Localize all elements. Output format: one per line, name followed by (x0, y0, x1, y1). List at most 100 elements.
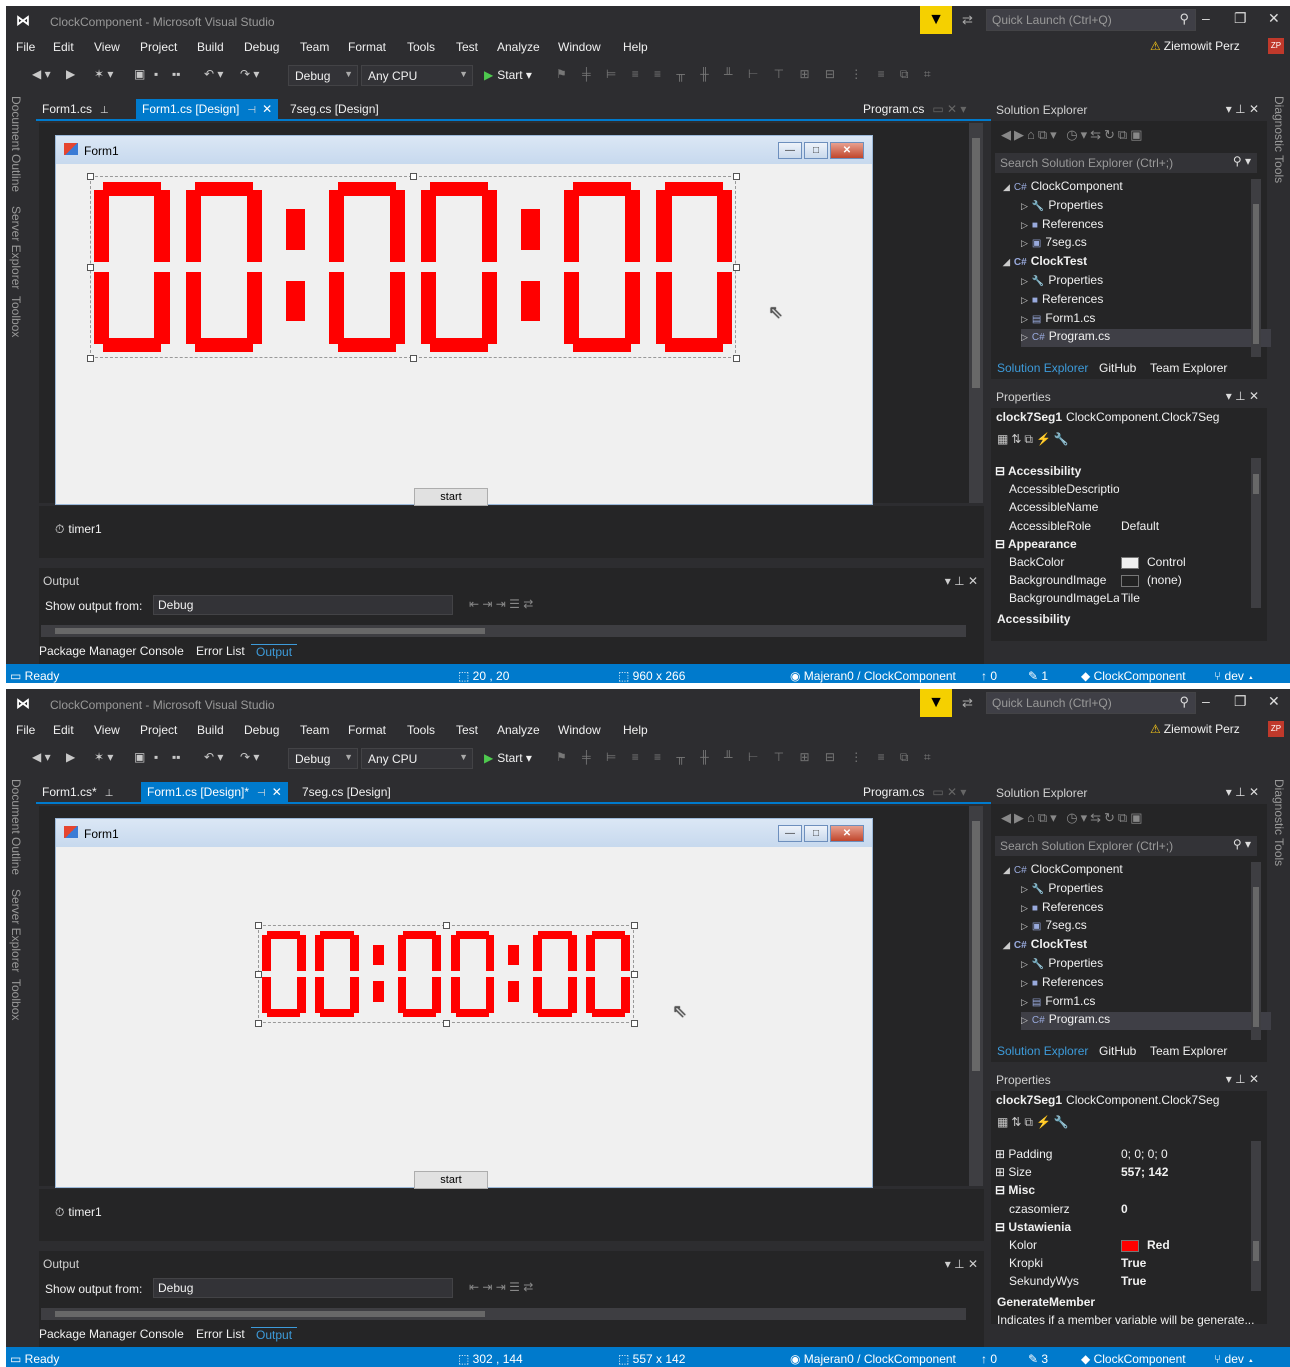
property-value[interactable]: True (1121, 1256, 1146, 1270)
menu-item-edit[interactable]: Edit (53, 723, 74, 737)
menu-item-help[interactable]: Help (623, 723, 648, 737)
tree-item[interactable]: ◢ C# ClockTest (1003, 937, 1087, 955)
live-share-icon[interactable]: ⇄ (962, 695, 973, 711)
resize-handle[interactable] (443, 922, 450, 929)
property-row[interactable]: AccessibleRole Default (991, 517, 1241, 535)
bottom-tab-0[interactable]: Package Manager Console (39, 1327, 184, 1341)
solution-explorer-scrollbar[interactable] (1251, 862, 1261, 1040)
bottom-tab-1[interactable]: Error List (196, 1327, 245, 1341)
solution-platform-select[interactable]: Any CPU ▼ (361, 65, 473, 86)
pin-icon[interactable]: ⊥ (100, 105, 109, 116)
tree-item[interactable]: ▷ ▣ 7seg.cs (1021, 235, 1087, 253)
resize-handle[interactable] (631, 922, 638, 929)
panel-controls[interactable]: ▾ ⊥ ✕ (1226, 1072, 1259, 1086)
status-size[interactable]: ⬚ 960 x 266 (618, 669, 685, 683)
tree-item[interactable]: ◢ C# ClockComponent (1003, 862, 1123, 880)
solution-configuration-select[interactable]: Debug ▼ (288, 65, 358, 86)
open-icon[interactable]: ▣ (134, 67, 145, 81)
property-row[interactable]: SekundyWys True (991, 1272, 1241, 1290)
tree-item[interactable]: ▷ ■ References (1021, 900, 1103, 918)
designer-vertical-scrollbar[interactable] (969, 123, 983, 503)
menu-item-team[interactable]: Team (300, 40, 329, 54)
forward-icon[interactable]: ▶ (66, 750, 75, 764)
solution-explorer-scrollbar[interactable] (1251, 179, 1261, 357)
side-tab-2[interactable]: Toolbox (9, 979, 23, 1020)
side-tab-0[interactable]: Document Outline (9, 96, 23, 192)
status-repository[interactable]: ◉ Majeran0 / ClockComponent (790, 669, 956, 683)
expand-icon[interactable]: ▷ (1021, 295, 1028, 305)
menu-item-file[interactable]: File (16, 723, 35, 737)
avatar[interactable]: ZP (1268, 38, 1284, 54)
menu-item-analyze[interactable]: Analyze (497, 40, 540, 54)
menu-item-project[interactable]: Project (140, 723, 177, 737)
close-tab-icon[interactable]: ✕ (262, 102, 272, 116)
quick-launch-input[interactable]: Quick Launch (Ctrl+Q) ⚲ (986, 9, 1196, 31)
expand-icon[interactable]: ◢ (1003, 182, 1010, 192)
bottom-tab-0[interactable]: Package Manager Console (39, 644, 184, 658)
panel-tab-2[interactable]: Team Explorer (1150, 1044, 1227, 1058)
scroll-thumb[interactable] (972, 138, 980, 388)
diagnostic-tools-tab[interactable]: Diagnostic Tools (1272, 779, 1286, 866)
status-repository[interactable]: ◉ Majeran0 / ClockComponent (790, 1352, 956, 1366)
expand-icon[interactable]: ◢ (1003, 865, 1010, 875)
status-push-count[interactable]: ↑ 0 (981, 1352, 997, 1366)
panel-tab-0[interactable]: Solution Explorer (997, 361, 1088, 375)
output-horizontal-scrollbar[interactable] (41, 625, 966, 637)
expand-icon[interactable]: ▷ (1021, 238, 1028, 248)
tab-overflow-icons[interactable]: ▭ ✕ ▾ (932, 102, 966, 116)
close-tab-icon[interactable]: ✕ (272, 785, 282, 799)
status-push-count[interactable]: ↑ 0 (981, 669, 997, 683)
resize-handle[interactable] (733, 173, 740, 180)
form-window[interactable]: Form1 — □ ✕ start (55, 135, 873, 506)
panel-controls[interactable]: ▾ ⊥ ✕ (1226, 102, 1259, 116)
property-row[interactable]: ⊟ Misc (991, 1181, 1241, 1199)
forward-icon[interactable]: ▶ (66, 67, 75, 81)
expand-icon[interactable]: ▷ (1021, 884, 1028, 894)
property-value[interactable]: Default (1121, 519, 1159, 533)
quick-launch-input[interactable]: Quick Launch (Ctrl+Q) ⚲ (986, 692, 1196, 714)
layout-toolbar-icons[interactable]: ⚑ ╪ ⊨ ≡ ≡ ╥ ╫ ╨ ⊢ ⊤ ⊞ ⊟ ⋮ ≡ ⧉ ⌗ (556, 750, 937, 765)
form-maximize-icon[interactable]: □ (804, 142, 828, 159)
expand-icon[interactable]: ◢ (1003, 940, 1010, 950)
menu-item-window[interactable]: Window (558, 723, 601, 737)
property-value[interactable]: 0 (1121, 1202, 1128, 1216)
tree-item[interactable]: ▷ ▤ Form1.cs (1021, 311, 1095, 329)
property-row[interactable]: BackgroundImage (none) (991, 571, 1241, 589)
timer-component[interactable]: ⏱ timer1 (55, 1205, 102, 1220)
resize-handle[interactable] (443, 1020, 450, 1027)
start-debugging-button[interactable]: ▶ Start ▾ (484, 68, 532, 82)
expand-icon[interactable]: ▷ (1021, 903, 1028, 913)
menu-item-debug[interactable]: Debug (244, 40, 279, 54)
property-value[interactable]: Control (1121, 555, 1186, 569)
expand-icon[interactable]: ▷ (1021, 220, 1028, 230)
account-user[interactable]: ⚠ Ziemowit Perz (1150, 39, 1240, 53)
open-icon[interactable]: ▣ (134, 750, 145, 764)
property-row[interactable]: BackColor Control (991, 553, 1241, 571)
tab-form1-design[interactable]: Form1.cs [Design]* ⊣ ✕ (141, 782, 288, 802)
status-branch[interactable]: ⑂ dev ▴ (1214, 1352, 1254, 1366)
output-source-select[interactable]: Debug (153, 1278, 453, 1298)
form-window[interactable]: Form1 — □ ✕ start (55, 818, 873, 1189)
new-project-icon[interactable]: ✶ ▾ (94, 750, 113, 764)
start-button[interactable]: start (414, 1171, 488, 1189)
property-value[interactable]: True (1121, 1274, 1146, 1288)
feedback-filter-icon[interactable]: ▼ (920, 6, 952, 34)
property-row[interactable]: AccessibleDescription (991, 480, 1241, 498)
start-button[interactable]: start (414, 488, 488, 506)
properties-scrollbar[interactable] (1251, 1141, 1261, 1291)
maximize-icon[interactable]: ❐ (1234, 10, 1247, 27)
tree-item[interactable]: ▷ 🔧 Properties (1021, 198, 1103, 216)
live-share-icon[interactable]: ⇄ (962, 12, 973, 28)
resize-handle[interactable] (410, 355, 417, 362)
object-selector[interactable]: clock7Seg1 ClockComponent.Clock7Seg (996, 410, 1219, 424)
menu-item-format[interactable]: Format (348, 40, 386, 54)
account-user[interactable]: ⚠ Ziemowit Perz (1150, 722, 1240, 736)
expand-icon[interactable]: ▷ (1021, 978, 1028, 988)
expand-icon[interactable]: ▷ (1021, 1015, 1028, 1025)
resize-handle[interactable] (733, 355, 740, 362)
designer-vertical-scrollbar[interactable] (969, 806, 983, 1186)
resize-handle[interactable] (631, 1020, 638, 1027)
scroll-thumb[interactable] (1253, 1241, 1259, 1261)
property-row[interactable]: czasomierz 0 (991, 1200, 1241, 1218)
output-toolbar-icons[interactable]: ⇤ ⇥ ⇥ ☰ ⇄ (469, 597, 533, 611)
